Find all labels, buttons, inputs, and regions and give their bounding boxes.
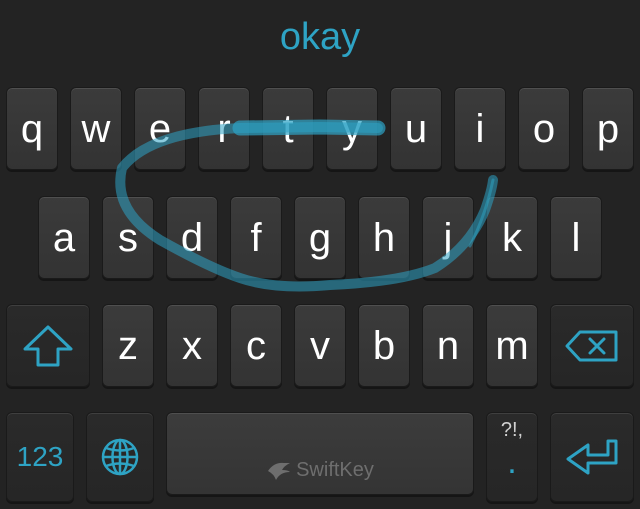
key-b[interactable]: b bbox=[358, 304, 410, 387]
suggestion-bar: okay bbox=[0, 0, 640, 74]
swiftkey-logo-icon bbox=[266, 460, 292, 482]
key-label: y bbox=[342, 106, 362, 151]
key-w[interactable]: w bbox=[70, 87, 122, 170]
numbers-key[interactable]: 123 bbox=[6, 412, 74, 502]
key-label: w bbox=[81, 106, 111, 151]
language-key[interactable] bbox=[86, 412, 154, 502]
key-e[interactable]: e bbox=[134, 87, 186, 170]
key-label: b bbox=[372, 323, 396, 368]
key-r[interactable]: r bbox=[198, 87, 250, 170]
key-label: j bbox=[443, 215, 453, 260]
key-label: v bbox=[310, 323, 330, 368]
key-label: x bbox=[182, 323, 202, 368]
key-k[interactable]: k bbox=[486, 196, 538, 279]
key-label: a bbox=[52, 215, 76, 260]
key-q[interactable]: q bbox=[6, 87, 58, 170]
key-j[interactable]: j bbox=[422, 196, 474, 279]
key-t[interactable]: t bbox=[262, 87, 314, 170]
numbers-label: 123 bbox=[16, 441, 64, 472]
key-g[interactable]: g bbox=[294, 196, 346, 279]
punctuation-key[interactable]: ?!, . bbox=[486, 412, 538, 502]
swiftkey-brand: SwiftKey bbox=[266, 459, 374, 482]
key-p[interactable]: p bbox=[582, 87, 634, 170]
key-s[interactable]: s bbox=[102, 196, 154, 279]
key-l[interactable]: l bbox=[550, 196, 602, 279]
key-z[interactable]: z bbox=[102, 304, 154, 387]
key-x[interactable]: x bbox=[166, 304, 218, 387]
key-u[interactable]: u bbox=[390, 87, 442, 170]
key-label: r bbox=[217, 106, 231, 151]
suggestion-word[interactable]: okay bbox=[280, 18, 360, 56]
period-label: . bbox=[507, 443, 517, 481]
key-label: l bbox=[571, 215, 581, 260]
key-label: g bbox=[308, 215, 332, 260]
key-label: t bbox=[282, 106, 294, 151]
key-label: z bbox=[118, 323, 138, 368]
key-label: i bbox=[475, 106, 485, 151]
key-label: m bbox=[495, 323, 529, 368]
key-d[interactable]: d bbox=[166, 196, 218, 279]
key-c[interactable]: c bbox=[230, 304, 282, 387]
backspace-icon bbox=[564, 328, 620, 364]
key-label: c bbox=[246, 323, 266, 368]
key-label: o bbox=[532, 106, 556, 151]
key-a[interactable]: a bbox=[38, 196, 90, 279]
space-bar[interactable]: SwiftKey bbox=[166, 412, 474, 495]
key-o[interactable]: o bbox=[518, 87, 570, 170]
key-y[interactable]: y bbox=[326, 87, 378, 170]
shift-key[interactable] bbox=[6, 304, 90, 387]
punctuation-label: ?!, bbox=[500, 419, 524, 441]
backspace-key[interactable] bbox=[550, 304, 634, 387]
globe-icon bbox=[100, 437, 140, 477]
key-label: k bbox=[502, 215, 522, 260]
key-h[interactable]: h bbox=[358, 196, 410, 279]
key-label: e bbox=[148, 106, 172, 151]
key-label: d bbox=[180, 215, 204, 260]
key-m[interactable]: m bbox=[486, 304, 538, 387]
key-label: s bbox=[118, 215, 138, 260]
key-i[interactable]: i bbox=[454, 87, 506, 170]
shift-icon bbox=[21, 323, 75, 369]
key-f[interactable]: f bbox=[230, 196, 282, 279]
key-label: u bbox=[404, 106, 428, 151]
brand-text: SwiftKey bbox=[296, 459, 374, 481]
enter-key[interactable] bbox=[550, 412, 634, 502]
key-label: f bbox=[250, 215, 262, 260]
key-label: p bbox=[596, 106, 620, 151]
key-label: q bbox=[20, 106, 44, 151]
enter-icon bbox=[564, 437, 620, 477]
key-v[interactable]: v bbox=[294, 304, 346, 387]
key-label: n bbox=[436, 323, 460, 368]
key-label: h bbox=[372, 215, 396, 260]
key-n[interactable]: n bbox=[422, 304, 474, 387]
